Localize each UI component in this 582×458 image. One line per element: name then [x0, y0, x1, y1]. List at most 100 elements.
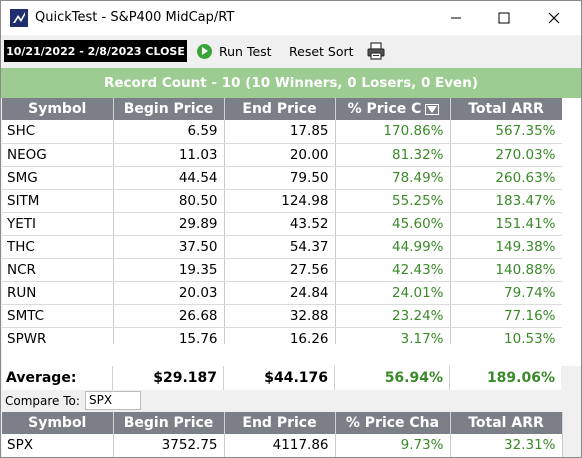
- table-row[interactable]: SHC 6.59 17.85 170.86% 567.35%: [2, 120, 563, 144]
- pct-change-cell: 55.25%: [335, 189, 451, 213]
- compare-header-symbol: Symbol: [2, 412, 114, 434]
- table-row[interactable]: NEOG 11.03 20.00 81.32% 270.03%: [2, 143, 563, 167]
- sort-descending-icon: [425, 103, 440, 115]
- table-row[interactable]: THC 37.50 54.37 44.99% 149.38%: [2, 235, 563, 259]
- end-price-cell: 27.56: [224, 258, 336, 282]
- total-arr-cell: 149.38%: [450, 235, 563, 259]
- begin-price-cell: 20.03: [113, 281, 225, 305]
- column-header-pct-change[interactable]: % Price C: [335, 98, 451, 120]
- begin-price-cell: 44.54: [113, 166, 225, 190]
- table-row[interactable]: RUN 20.03 24.84 24.01% 79.74%: [2, 281, 563, 305]
- compare-row[interactable]: SPX 3752.75 4117.86 9.73% 32.31%: [2, 434, 563, 457]
- total-arr-cell: 77.16%: [450, 304, 563, 328]
- end-price-cell: 79.50: [224, 166, 336, 190]
- run-test-button[interactable]: Run Test: [197, 41, 272, 61]
- minimize-button[interactable]: [433, 1, 479, 35]
- compare-header-begin-price: Begin Price: [113, 412, 225, 434]
- average-row: Average: $29.187 $44.176 56.94% 189.06%: [2, 366, 581, 390]
- column-header-pct-change-label: % Price C: [347, 101, 422, 117]
- compare-header-end-price: End Price: [224, 412, 336, 434]
- compare-total-arr-cell: 32.31%: [450, 434, 563, 457]
- close-icon: [548, 12, 560, 24]
- app-logo-icon: [10, 9, 28, 27]
- date-range-button[interactable]: 10/21/2022 - 2/8/2023 CLOSE: [4, 40, 187, 62]
- total-arr-cell: 183.47%: [450, 189, 563, 213]
- total-arr-cell: 567.35%: [450, 120, 563, 144]
- symbol-cell: THC: [2, 235, 114, 259]
- column-header-begin-price[interactable]: Begin Price: [113, 98, 225, 120]
- begin-price-cell: 37.50: [113, 235, 225, 259]
- total-arr-cell: 151.41%: [450, 212, 563, 236]
- pct-change-cell: 24.01%: [335, 281, 451, 305]
- play-icon: [197, 43, 212, 59]
- total-arr-cell: 260.63%: [450, 166, 563, 190]
- symbol-cell: NCR: [2, 258, 114, 282]
- compare-symbol-input[interactable]: SPX: [85, 391, 141, 410]
- symbol-cell: SMG: [2, 166, 114, 190]
- begin-price-cell: 19.35: [113, 258, 225, 282]
- end-price-cell: 32.88: [224, 304, 336, 328]
- symbol-cell: YETI: [2, 212, 114, 236]
- pct-change-cell: 44.99%: [335, 235, 451, 259]
- compare-symbol-cell: SPX: [2, 434, 114, 457]
- results-header-row: Symbol Begin Price End Price % Price C T…: [2, 98, 563, 120]
- reset-sort-button[interactable]: Reset Sort: [289, 44, 354, 59]
- end-price-cell: 17.85: [224, 120, 336, 144]
- results-table: Symbol Begin Price End Price % Price C T…: [2, 98, 563, 351]
- maximize-button[interactable]: [481, 1, 527, 35]
- pct-change-cell: 42.43%: [335, 258, 451, 282]
- begin-price-cell: 29.89: [113, 212, 225, 236]
- pct-change-cell: 81.32%: [335, 143, 451, 167]
- pct-change-cell: 170.86%: [335, 120, 451, 144]
- column-header-total-arr[interactable]: Total ARR: [450, 98, 563, 120]
- quicktest-window: QuickTest - S&P400 MidCap/RT 10/21/2022 …: [0, 0, 582, 458]
- compare-header-total-arr: Total ARR: [450, 412, 563, 434]
- table-row[interactable]: SMTC 26.68 32.88 23.24% 77.16%: [2, 304, 563, 328]
- end-price-cell: 124.98: [224, 189, 336, 213]
- end-price-cell: 43.52: [224, 212, 336, 236]
- begin-price-cell: 11.03: [113, 143, 225, 167]
- total-arr-cell: 79.74%: [450, 281, 563, 305]
- total-arr-cell: 140.88%: [450, 258, 563, 282]
- window-title: QuickTest - S&P400 MidCap/RT: [35, 10, 235, 25]
- column-header-symbol[interactable]: Symbol: [2, 98, 114, 120]
- table-row[interactable]: SITM 80.50 124.98 55.25% 183.47%: [2, 189, 563, 213]
- total-arr-cell: 270.03%: [450, 143, 563, 167]
- table-row[interactable]: NCR 19.35 27.56 42.43% 140.88%: [2, 258, 563, 282]
- printer-icon[interactable]: [367, 42, 385, 60]
- compare-pct-change-cell: 9.73%: [335, 434, 451, 457]
- toolbar: 10/21/2022 - 2/8/2023 CLOSE Run Test Res…: [1, 35, 581, 67]
- maximize-icon: [498, 12, 510, 24]
- pct-change-cell: 45.60%: [335, 212, 451, 236]
- table-row[interactable]: SMG 44.54 79.50 78.49% 260.63%: [2, 166, 563, 190]
- table-row[interactable]: YETI 29.89 43.52 45.60% 151.41%: [2, 212, 563, 236]
- compare-end-price-cell: 4117.86: [224, 434, 336, 457]
- end-price-cell: 20.00: [224, 143, 336, 167]
- pct-change-cell: 78.49%: [335, 166, 451, 190]
- title-bar: QuickTest - S&P400 MidCap/RT: [1, 1, 581, 35]
- column-header-end-price[interactable]: End Price: [224, 98, 336, 120]
- run-test-label: Run Test: [219, 43, 272, 59]
- symbol-cell: SMTC: [2, 304, 114, 328]
- begin-price-cell: 26.68: [113, 304, 225, 328]
- symbol-cell: RUN: [2, 281, 114, 305]
- average-begin-price: $29.187: [113, 366, 224, 390]
- record-count-banner: Record Count - 10 (10 Winners, 0 Losers,…: [1, 68, 581, 98]
- minimize-icon: [451, 17, 461, 19]
- compare-begin-price-cell: 3752.75: [113, 434, 225, 457]
- compare-header-row: Symbol Begin Price End Price % Price Cha…: [2, 412, 563, 434]
- end-price-cell: 54.37: [224, 235, 336, 259]
- symbol-cell: SHC: [2, 120, 114, 144]
- average-total-arr: 189.06%: [486, 370, 555, 386]
- table-scroll-gutter: [562, 98, 581, 344]
- average-pct-change: 56.94%: [335, 366, 450, 390]
- symbol-cell: SITM: [2, 189, 114, 213]
- compare-label: Compare To:: [5, 394, 80, 408]
- begin-price-cell: 6.59: [113, 120, 225, 144]
- end-price-cell: 24.84: [224, 281, 336, 305]
- compare-bar: Compare To: SPX: [1, 390, 581, 412]
- table-empty-space: [2, 344, 581, 366]
- average-end-price: $44.176: [224, 366, 335, 390]
- close-button[interactable]: [531, 1, 577, 35]
- compare-header-pct-change: % Price Cha: [335, 412, 451, 434]
